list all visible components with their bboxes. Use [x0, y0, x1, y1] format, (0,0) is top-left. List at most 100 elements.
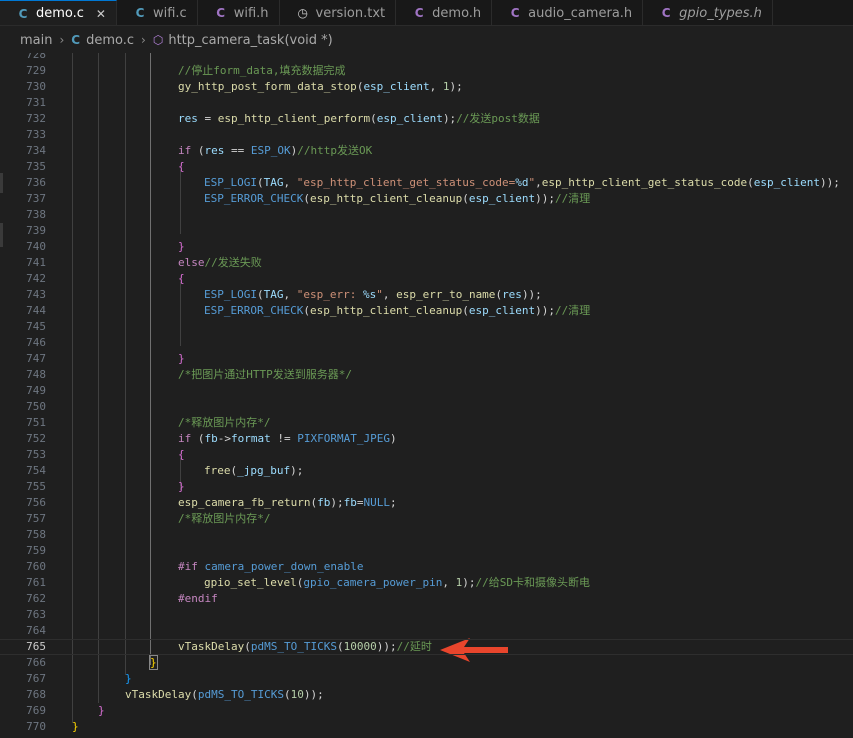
code-line[interactable]: 764: [0, 623, 853, 639]
code-line[interactable]: 728: [0, 53, 853, 63]
code-line[interactable]: 760 #if camera_power_down_enable: [0, 559, 853, 575]
code-line[interactable]: 754 free(_jpg_buf);: [0, 463, 853, 479]
tab-demo-h[interactable]: Cdemo.h: [396, 0, 493, 25]
code-line[interactable]: 735 {: [0, 159, 853, 175]
code-token: );: [449, 80, 463, 93]
code-token: (: [303, 192, 310, 205]
code-token: (: [283, 688, 291, 701]
tab-demo-c[interactable]: Cdemo.c ✕: [0, 0, 117, 25]
chevron-right-icon: ›: [141, 33, 146, 47]
breadcrumb-folder[interactable]: main: [20, 33, 52, 48]
h-file-icon: C: [216, 6, 226, 20]
code-line[interactable]: 762 #endif: [0, 591, 853, 607]
code-line[interactable]: 759: [0, 543, 853, 559]
code-line[interactable]: 768 vTaskDelay(pdMS_TO_TICKS(10));: [0, 687, 853, 703]
code-line[interactable]: 733: [0, 127, 853, 143]
code-line[interactable]: 757 /*释放图片内存*/: [0, 511, 853, 527]
tab-label: wifi.c: [152, 5, 187, 21]
code-line[interactable]: 755}: [0, 479, 853, 495]
code-line[interactable]: 729 //停止form_data,填充数据完成: [0, 63, 853, 79]
code-token: !=: [270, 432, 298, 445]
code-line[interactable]: 739: [0, 223, 853, 239]
code-editor[interactable]: 728 729 //停止form_data,填充数据完成 730 gy_http_pos…: [0, 53, 853, 738]
code-line[interactable]: 742 {: [0, 271, 853, 287]
code-line[interactable]: 761 gpio_set_level(gpio_camera_power_pin,…: [0, 575, 853, 591]
code-text: if (res == ESP_OK)//http发送OK: [178, 143, 372, 159]
line-number: 741: [26, 256, 46, 269]
tab-wifi-c[interactable]: Cwifi.c: [116, 0, 198, 25]
code-line[interactable]: 731: [0, 95, 853, 111]
code-line[interactable]: 753 {: [0, 447, 853, 463]
code-line[interactable]: 746: [0, 335, 853, 351]
code-line[interactable]: 734 if (res == ESP_OK)//http发送OK: [0, 143, 853, 159]
code-line[interactable]: 756 esp_camera_fb_return(fb);fb=NULL;: [0, 495, 853, 511]
breadcrumb-symbol[interactable]: http_camera_task(void *): [168, 33, 332, 48]
code-line[interactable]: 770}: [0, 719, 853, 735]
breadcrumb-file[interactable]: demo.c: [86, 33, 134, 48]
line-number: 750: [26, 400, 46, 413]
code-token: (: [462, 192, 469, 205]
line-number: 733: [26, 128, 46, 141]
code-token: /*释放图片内存*/: [178, 512, 271, 525]
code-token: gpio_camera_power_pin: [303, 576, 443, 589]
code-token: fb: [317, 496, 331, 509]
code-token: esp_camera_fb_return: [178, 496, 311, 509]
line-number: 739: [26, 224, 46, 237]
code-line[interactable]: 743 ESP_LOGI(TAG, "esp_err: %s", esp_err_…: [0, 287, 853, 303]
tab-version-txt[interactable]: ◷ version.txt: [279, 0, 397, 25]
code-line[interactable]: 730 gy_http_post_form_data_stop(esp_clien…: [0, 79, 853, 95]
code-line[interactable]: 758: [0, 527, 853, 543]
code-token: }: [178, 352, 185, 365]
code-text: }: [98, 703, 105, 719]
close-icon[interactable]: ✕: [96, 7, 106, 21]
line-number: 756: [26, 496, 46, 509]
line-number: 764: [26, 624, 46, 637]
line-number: 744: [26, 304, 46, 317]
code-token: format: [231, 432, 271, 445]
code-token: %s: [362, 288, 377, 301]
code-token: gy_http_post_form_data_stop: [178, 80, 357, 93]
code-text: gy_http_post_form_data_stop(esp_client, …: [178, 79, 463, 95]
code-line[interactable]: 745: [0, 319, 853, 335]
code-text: /*把图片通过HTTP发送到服务器*/: [178, 367, 352, 383]
code-token: ==: [224, 144, 251, 157]
tab-gpio-types-h[interactable]: Cgpio_types.h: [643, 0, 773, 25]
tab-wifi-h[interactable]: Cwifi.h: [197, 0, 280, 25]
code-line[interactable]: 736 ESP_LOGI(TAG, "esp_http_client_get_st…: [0, 175, 853, 191]
code-line[interactable]: 766}: [0, 655, 853, 671]
code-token: gpio_set_level: [204, 576, 297, 589]
line-number: 753: [26, 448, 46, 461]
code-line[interactable]: 749: [0, 383, 853, 399]
tab-label: audio_camera.h: [528, 5, 633, 21]
code-token: //给SD卡和摄像头断电: [475, 576, 591, 589]
code-line[interactable]: 765 vTaskDelay(pdMS_TO_TICKS(10000));//延时: [0, 639, 853, 655]
line-number: 758: [26, 528, 46, 541]
code-token: {: [178, 160, 185, 173]
code-line[interactable]: 747}: [0, 351, 853, 367]
code-line[interactable]: 748 /*把图片通过HTTP发送到服务器*/: [0, 367, 853, 383]
code-line[interactable]: 750: [0, 399, 853, 415]
code-token: fb: [204, 432, 218, 445]
line-number: 769: [26, 704, 46, 717]
code-text: }: [125, 671, 132, 687]
line-number: 742: [26, 272, 46, 285]
code-token: ));: [535, 304, 556, 317]
code-token: );: [442, 112, 457, 125]
code-line[interactable]: 744 ESP_ERROR_CHECK(esp_http_client_clean…: [0, 303, 853, 319]
code-token: ESP_ERROR_CHECK: [204, 304, 304, 317]
code-line[interactable]: 769}: [0, 703, 853, 719]
code-line[interactable]: 767}: [0, 671, 853, 687]
code-token: esp_client: [468, 192, 536, 205]
code-line[interactable]: 763: [0, 607, 853, 623]
code-line[interactable]: 732 res = esp_http_client_perform(esp_cli…: [0, 111, 853, 127]
line-number: 734: [26, 144, 46, 157]
code-line[interactable]: 740}: [0, 239, 853, 255]
code-line[interactable]: 751 /*释放图片内存*/: [0, 415, 853, 431]
code-line[interactable]: 737 ESP_ERROR_CHECK(esp_http_client_clean…: [0, 191, 853, 207]
code-line[interactable]: 741 else//发送失败: [0, 255, 853, 271]
code-token: (: [256, 176, 264, 189]
line-number: 755: [26, 480, 46, 493]
code-line[interactable]: 752 if (fb->format != PIXFORMAT_JPEG): [0, 431, 853, 447]
tab-audio-camera-h[interactable]: Caudio_camera.h: [492, 0, 644, 25]
code-line[interactable]: 738: [0, 207, 853, 223]
